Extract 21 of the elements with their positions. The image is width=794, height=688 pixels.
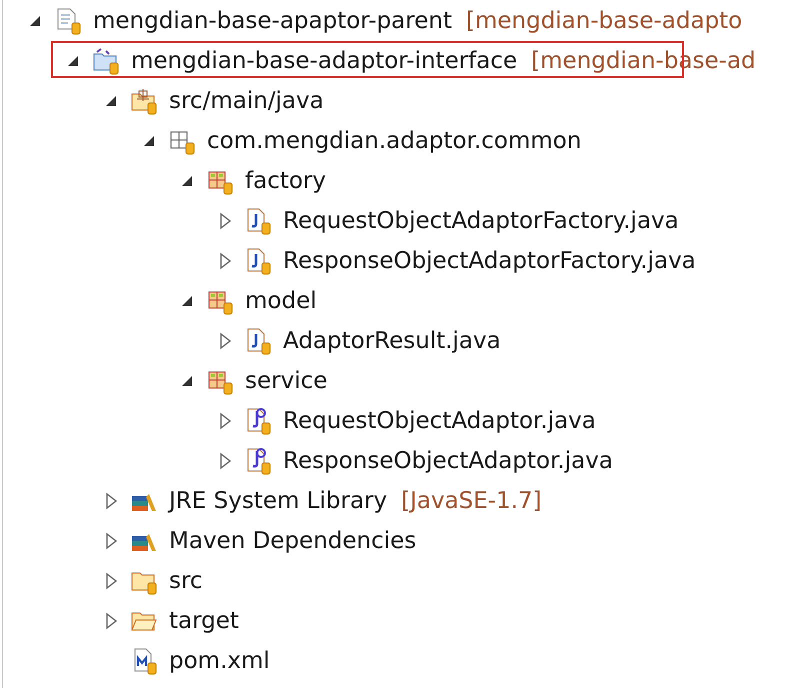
tree-item-label[interactable]: factory bbox=[245, 164, 326, 198]
tree-item-label[interactable]: mengdian-base-apaptor-parent bbox=[93, 4, 452, 38]
tree-item-label[interactable]: service bbox=[245, 364, 328, 398]
tree-item-label[interactable]: Maven Dependencies bbox=[169, 524, 416, 558]
tree-item-label[interactable]: src/main/java bbox=[169, 84, 324, 118]
source-folder-icon bbox=[129, 86, 159, 116]
tree-item-label[interactable]: com.mengdian.adaptor.common bbox=[207, 124, 582, 158]
tree-item-label[interactable]: AdaptorResult.java bbox=[283, 324, 501, 358]
project-decoration: [mengdian-base-adapto bbox=[466, 6, 742, 36]
tree-item-label[interactable]: ResponseObjectAdaptor.java bbox=[283, 444, 613, 478]
tree-item-label[interactable]: ResponseObjectAdaptorFactory.java bbox=[283, 244, 696, 278]
tree-item-label[interactable]: mengdian-base-adaptor-interface bbox=[131, 44, 518, 78]
project-decoration: [JavaSE-1.7] bbox=[401, 486, 542, 516]
tree-item-label[interactable]: JRE System Library bbox=[169, 484, 388, 518]
tree-item-label[interactable]: target bbox=[169, 604, 239, 638]
tree-item-label[interactable]: src bbox=[169, 564, 203, 598]
tree-item-label[interactable]: RequestObjectAdaptorFactory.java bbox=[283, 204, 679, 238]
tree-item-label[interactable]: pom.xml bbox=[169, 644, 270, 678]
project-folder-icon bbox=[91, 46, 121, 76]
tree-item-label[interactable]: RequestObjectAdaptor.java bbox=[283, 404, 596, 438]
tree-item-label[interactable]: model bbox=[245, 284, 317, 318]
